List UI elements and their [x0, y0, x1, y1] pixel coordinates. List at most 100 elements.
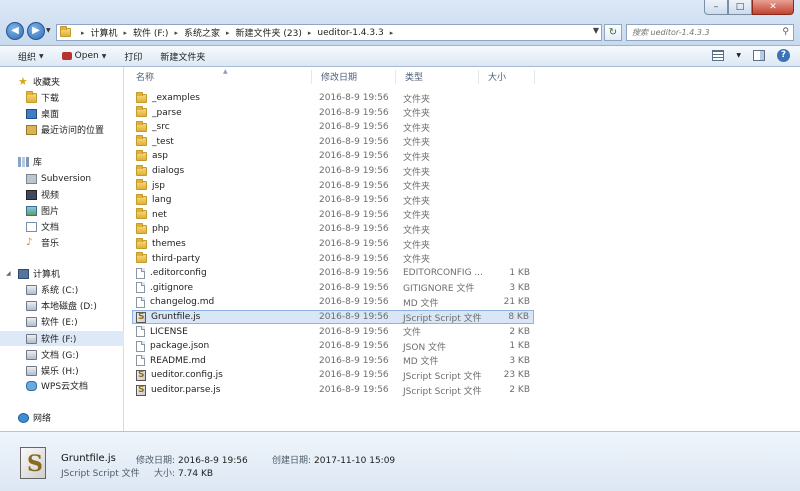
breadcrumb-xitong[interactable]: 系统之家 [184, 26, 220, 39]
sidebar-item-drive-g[interactable]: 文档 (G:) [0, 347, 79, 362]
back-button[interactable]: ◀ [6, 22, 24, 40]
folder-row[interactable]: themes 2016-8-9 19:56 文件夹 [133, 237, 534, 251]
breadcrumb-new-folder-23[interactable]: 新建文件夹 (23) [236, 26, 302, 39]
file-row[interactable]: README.md 2016-8-9 19:56 MD 文件 3 KB [133, 354, 534, 368]
folder-row[interactable]: _src 2016-8-9 19:56 文件夹 [133, 120, 534, 134]
sidebar-item-label: 最近访问的位置 [41, 126, 105, 136]
sidebar-item-drive-c[interactable]: 系统 (C:) [0, 282, 78, 297]
search-icon[interactable]: ⚲ [782, 27, 789, 37]
folder-row[interactable]: net 2016-8-9 19:56 文件夹 [133, 208, 534, 222]
file-row[interactable]: changelog.md 2016-8-9 19:56 MD 文件 21 KB [133, 295, 534, 309]
file-date: 2016-8-9 19:56 [319, 312, 389, 322]
file-icon [136, 296, 145, 308]
search-input[interactable] [632, 28, 772, 37]
minimize-button[interactable]: – [704, 0, 728, 15]
breadcrumb-drive-f[interactable]: 软件 (F:) [133, 26, 168, 39]
folder-row[interactable]: _test 2016-8-9 19:56 文件夹 [133, 135, 534, 149]
folder-row[interactable]: _parse 2016-8-9 19:56 文件夹 [133, 106, 534, 120]
file-row[interactable]: ueditor.config.js 2016-8-9 19:56 JScript S… [133, 368, 534, 382]
view-dropdown-icon[interactable]: ▼ [736, 52, 741, 59]
breadcrumb-separator-icon[interactable]: ▸ [124, 29, 128, 37]
file-icon [136, 282, 145, 294]
sidebar-item-drive-f[interactable]: 软件 (F:) [0, 331, 124, 346]
recent-pages-dropdown[interactable]: ▼ [46, 27, 51, 34]
sidebar-item-drive-e[interactable]: 软件 (E:) [0, 314, 78, 329]
address-bar[interactable]: ▸ 计算机 ▸ 软件 (F:) ▸ 系统之家 ▸ 新建文件夹 (23) ▸ ue… [56, 24, 602, 41]
file-name: Gruntfile.js [151, 312, 201, 322]
breadcrumb-separator-icon[interactable]: ▸ [174, 29, 178, 37]
folder-row[interactable]: asp 2016-8-9 19:56 文件夹 [133, 149, 534, 163]
organize-button[interactable]: 组织 ▼ [0, 46, 53, 67]
file-row[interactable]: .gitignore 2016-8-9 19:56 GITIGNORE 文件 3 KB [133, 281, 534, 295]
sidebar-item-recent-places[interactable]: 最近访问的位置 [0, 122, 104, 137]
sidebar-item-music[interactable]: ♪ 音乐 [0, 235, 59, 250]
file-name-cell: package.json [136, 340, 210, 352]
folder-icon [136, 149, 147, 161]
file-type: JSON 文件 [403, 342, 447, 353]
file-type: GITIGNORE 文件 [403, 284, 475, 295]
change-view-icon[interactable] [712, 50, 725, 61]
breadcrumb-separator-icon[interactable]: ▸ [390, 29, 394, 37]
breadcrumb-separator-icon[interactable]: ▸ [308, 29, 312, 37]
sidebar-item-drive-d[interactable]: 本地磁盘 (D:) [0, 298, 97, 313]
file-date: 2016-8-9 19:56 [319, 107, 389, 118]
file-name-cell: .gitignore [136, 282, 193, 294]
sidebar-item-label: 软件 (F:) [41, 335, 77, 345]
folder-row[interactable]: _examples 2016-8-9 19:56 文件夹 [133, 91, 534, 105]
file-date: 2016-8-9 19:56 [319, 122, 389, 133]
column-header-date[interactable]: 修改日期 [312, 70, 396, 84]
close-button[interactable]: ✕ [752, 0, 794, 15]
file-row[interactable]: .editorconfig 2016-8-9 19:56 EDITORCONFIG … [133, 266, 534, 280]
sidebar-item-desktop[interactable]: 桌面 [0, 106, 59, 121]
column-header-type[interactable]: 类型 [396, 70, 479, 84]
folder-row[interactable]: dialogs 2016-8-9 19:56 文件夹 [133, 164, 534, 178]
column-header-size[interactable]: 大小 [479, 70, 535, 84]
folder-row[interactable]: third-party 2016-8-9 19:56 文件夹 [133, 252, 534, 266]
sidebar-group-libraries[interactable]: 库 [0, 154, 42, 169]
folder-row[interactable]: php 2016-8-9 19:56 文件夹 [133, 222, 534, 236]
details-file-type: JScript Script 文件 [61, 469, 140, 479]
sidebar-item-downloads[interactable]: 下载 [0, 90, 59, 105]
sidebar-item-videos[interactable]: 视频 [0, 187, 59, 202]
expand-arrow-icon[interactable]: ◢ [6, 270, 11, 277]
sidebar-group-computer[interactable]: ◢ 计算机 [0, 266, 60, 281]
sidebar-item-pictures[interactable]: 图片 [0, 203, 59, 218]
sidebar-item-subversion[interactable]: Subversion [0, 171, 91, 186]
file-row[interactable]: LICENSE 2016-8-9 19:56 文件 2 KB [133, 325, 534, 339]
refresh-button[interactable]: ↻ [604, 24, 622, 41]
sidebar-item-drive-h[interactable]: 娱乐 (H:) [0, 363, 79, 378]
network-icon [18, 412, 29, 423]
print-button[interactable]: 打印 [115, 46, 151, 67]
file-name: package.json [150, 341, 210, 352]
folder-icon [136, 120, 147, 132]
file-row[interactable]: ueditor.parse.js 2016-8-9 19:56 JScript Sc… [133, 383, 534, 397]
sidebar-item-label: 本地磁盘 (D:) [41, 302, 97, 312]
folder-row[interactable]: jsp 2016-8-9 19:56 文件夹 [133, 179, 534, 193]
forward-button[interactable]: ▶ [27, 22, 45, 40]
navigation-pane: ★ 收藏夹 下载 桌面 最近访问的位置 库 Subversion 视频 图片 文… [0, 67, 124, 431]
sidebar-group-favorites[interactable]: ★ 收藏夹 [0, 74, 60, 89]
address-history-dropdown-icon[interactable]: ▼ [593, 26, 599, 35]
help-icon[interactable]: ? [777, 49, 790, 62]
breadcrumb-separator-icon[interactable]: ▸ [226, 29, 230, 37]
sidebar-group-network[interactable]: 网络 [0, 410, 51, 425]
new-folder-button[interactable]: 新建文件夹 [151, 46, 214, 67]
column-header-name[interactable]: 名称 ▲ [127, 68, 312, 84]
maximize-button[interactable]: □ [728, 0, 752, 15]
search-box[interactable]: ⚲ [626, 24, 794, 41]
file-icon [136, 340, 145, 352]
sidebar-item-documents[interactable]: 文档 [0, 219, 59, 234]
cloud-icon [26, 380, 37, 391]
file-size: 1 KB [509, 341, 530, 352]
file-row[interactable]: Gruntfile.js 2016-8-9 19:56 JScript Script… [132, 310, 534, 324]
breadcrumb-ueditor[interactable]: ueditor-1.4.3.3 [317, 28, 383, 38]
folder-row[interactable]: lang 2016-8-9 19:56 文件夹 [133, 193, 534, 207]
breadcrumb-computer[interactable]: 计算机 [91, 26, 118, 39]
file-row[interactable]: package.json 2016-8-9 19:56 JSON 文件 1 KB [133, 339, 534, 353]
sidebar-item-wps-cloud[interactable]: WPS云文档 [0, 378, 88, 393]
file-icon [136, 355, 145, 367]
breadcrumb-separator-icon[interactable]: ▸ [81, 29, 85, 37]
preview-pane-icon[interactable] [753, 50, 765, 61]
file-name: _test [152, 136, 174, 147]
open-button[interactable]: Open ▼ [53, 46, 116, 67]
